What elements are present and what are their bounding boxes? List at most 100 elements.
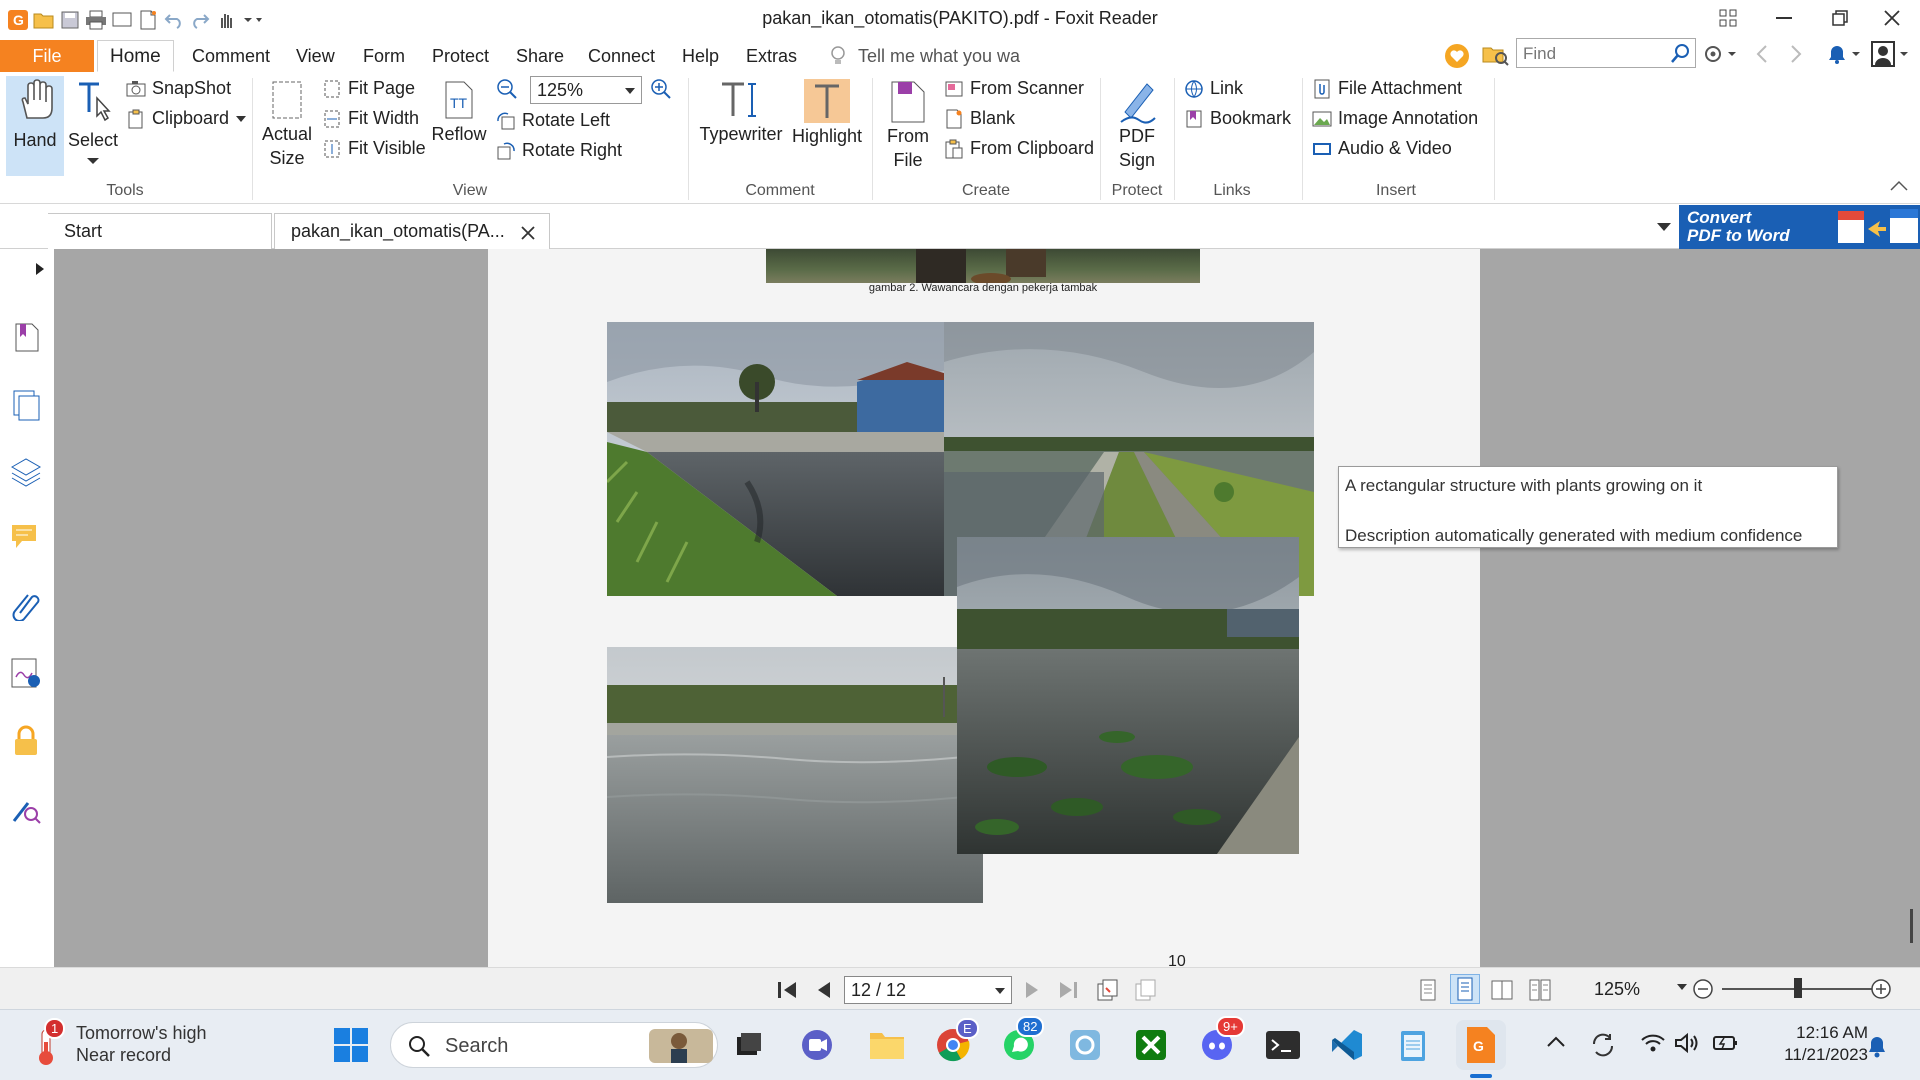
taskbar-search-box[interactable]: Search [390, 1022, 718, 1068]
close-window-button[interactable] [1864, 0, 1920, 36]
file-menu[interactable]: File [0, 40, 94, 72]
fit-width-button[interactable]: Fit Width [322, 108, 419, 129]
focus-mode-icon[interactable] [1700, 0, 1756, 36]
bookmarks-panel-icon[interactable] [10, 321, 42, 353]
forward-arrow-icon[interactable] [1788, 44, 1804, 64]
tab-view[interactable]: View [284, 40, 347, 72]
search-folder-icon[interactable] [1482, 44, 1510, 68]
document-tab[interactable]: pakan_ikan_otomatis(PA... [274, 213, 550, 249]
clipboard-button[interactable]: Clipboard [126, 108, 247, 129]
settings-gear-icon[interactable] [1702, 42, 1738, 66]
collapse-ribbon-icon[interactable] [1890, 180, 1908, 194]
show-hidden-icons-chevron[interactable] [1546, 1034, 1566, 1054]
search-icon[interactable] [1670, 42, 1692, 64]
image-annotation-button[interactable]: Image Annotation [1312, 108, 1478, 129]
single-page-view-icon[interactable] [1418, 978, 1438, 1002]
continuous-view-icon[interactable] [1450, 974, 1480, 1004]
volume-icon[interactable] [1674, 1032, 1702, 1058]
close-tab-icon[interactable] [521, 226, 535, 240]
snapshot-button[interactable]: SnapShot [126, 78, 231, 99]
vscode-icon[interactable] [1326, 1024, 1368, 1066]
notifications-bell-icon[interactable] [1864, 1032, 1890, 1060]
zoom-slider-thumb[interactable] [1794, 978, 1802, 998]
page-number-input[interactable]: 12 / 12 [844, 976, 1012, 1004]
zoom-select[interactable]: 125% [530, 76, 642, 104]
hand-tool-button[interactable]: Hand [8, 78, 62, 152]
tools-search-icon[interactable] [10, 793, 42, 825]
signature-panel-icon[interactable] [10, 657, 42, 689]
tab-home[interactable]: Home [97, 40, 174, 72]
tab-comment[interactable]: Comment [180, 40, 282, 72]
zoom-in-button[interactable] [1870, 978, 1892, 1000]
minimize-button[interactable] [1756, 0, 1812, 36]
tab-list-dropdown-icon[interactable] [1656, 221, 1672, 233]
weather-widget[interactable]: Tomorrow's high Near record [76, 1022, 206, 1066]
highlight-button[interactable]: Highlight [790, 78, 864, 148]
zoom-in-icon[interactable] [650, 78, 672, 100]
tab-form[interactable]: Form [351, 40, 417, 72]
pdf-sign-button[interactable]: PDF Sign [1106, 78, 1168, 172]
tab-protect[interactable]: Protect [420, 40, 501, 72]
expand-panel-icon[interactable] [34, 261, 46, 277]
first-page-icon[interactable] [776, 980, 798, 1000]
discord-icon[interactable]: 9+ [1196, 1016, 1245, 1066]
from-clipboard-button[interactable]: From Clipboard [944, 138, 1094, 159]
audio-video-button[interactable]: Audio & Video [1312, 138, 1452, 159]
restore-button[interactable] [1812, 0, 1868, 36]
previous-page-icon[interactable] [816, 980, 832, 1000]
file-explorer-icon[interactable] [866, 1024, 908, 1066]
notepad-icon[interactable] [1392, 1024, 1434, 1066]
wifi-icon[interactable] [1640, 1032, 1666, 1058]
app-icon[interactable] [1064, 1024, 1106, 1066]
document-viewport[interactable]: gambar 2. Wawancara dengan pekerja tamba… [54, 249, 1920, 970]
fit-visible-button[interactable]: Fit Visible [322, 138, 426, 159]
file-attachment-button[interactable]: File Attachment [1312, 78, 1462, 99]
facing-view-icon[interactable] [1490, 978, 1514, 1002]
zoom-out-icon[interactable] [496, 78, 518, 100]
attachments-panel-icon[interactable] [10, 589, 42, 621]
zoom-out-button[interactable] [1692, 978, 1714, 1000]
foxit-reader-taskbar-icon[interactable]: G [1456, 1020, 1506, 1070]
task-view-icon[interactable] [728, 1024, 770, 1066]
actual-size-button[interactable]: Actual Size [258, 78, 316, 170]
zoom-level[interactable]: 125% [1594, 979, 1640, 1000]
bookmark-button[interactable]: Bookmark [1184, 108, 1291, 129]
from-file-button[interactable]: From File [878, 78, 938, 172]
find-input[interactable]: Find [1516, 38, 1696, 68]
layers-panel-icon[interactable] [10, 455, 42, 487]
notification-bell-icon[interactable] [1824, 42, 1862, 66]
previous-view-icon[interactable] [1096, 978, 1118, 1002]
tell-me-search[interactable]: Tell me what you wa [846, 40, 1032, 72]
zoom-slider-track[interactable] [1722, 988, 1882, 990]
blank-button[interactable]: Blank [944, 108, 1015, 129]
heart-icon[interactable] [1444, 43, 1470, 69]
terminal-icon[interactable] [1262, 1024, 1304, 1066]
next-page-icon[interactable] [1024, 980, 1040, 1000]
start-tab[interactable]: Start [48, 213, 272, 249]
teams-chat-icon[interactable] [796, 1024, 838, 1066]
fit-page-button[interactable]: Fit Page [322, 78, 415, 99]
back-arrow-icon[interactable] [1754, 44, 1770, 64]
tab-connect[interactable]: Connect [576, 40, 667, 72]
rotate-right-button[interactable]: Rotate Right [496, 140, 622, 161]
comments-panel-icon[interactable] [10, 521, 42, 553]
pages-panel-icon[interactable] [10, 389, 42, 421]
account-icon[interactable] [1870, 40, 1910, 68]
xbox-icon[interactable] [1130, 1024, 1172, 1066]
reflow-button[interactable]: TT Reflow [430, 78, 488, 146]
tab-share[interactable]: Share [504, 40, 576, 72]
weather-widget-icon[interactable]: 1 [28, 1018, 68, 1068]
select-tool-button[interactable]: Select [64, 78, 122, 166]
battery-charging-icon[interactable] [1712, 1032, 1740, 1058]
from-scanner-button[interactable]: From Scanner [944, 78, 1084, 99]
whatsapp-icon[interactable]: 82 [998, 1016, 1045, 1066]
chrome-browser-icon[interactable]: E [932, 1018, 979, 1066]
link-button[interactable]: Link [1184, 78, 1243, 99]
continuous-facing-view-icon[interactable] [1528, 978, 1552, 1002]
typewriter-button[interactable]: Typewriter [696, 78, 786, 146]
tab-extras[interactable]: Extras [734, 40, 809, 72]
rotate-left-button[interactable]: Rotate Left [496, 110, 610, 131]
last-page-icon[interactable] [1058, 980, 1080, 1000]
next-view-icon[interactable] [1134, 978, 1156, 1002]
tab-help[interactable]: Help [670, 40, 731, 72]
